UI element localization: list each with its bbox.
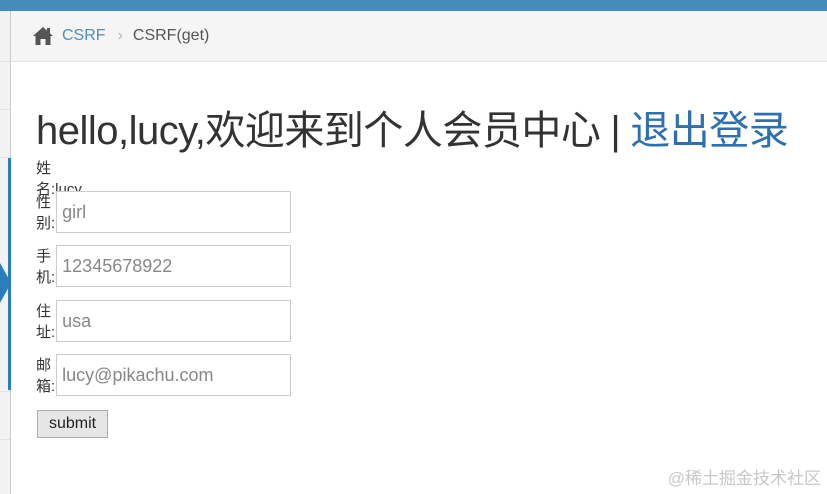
breadcrumb: CSRF › CSRF(get) (11, 11, 827, 62)
sidebar-divider (0, 391, 10, 392)
sidebar-collapsed-edge (0, 11, 11, 494)
sidebar-divider (0, 61, 10, 62)
welcome-text: hello,lucy,欢迎来到个人会员中心 (36, 109, 601, 153)
top-navbar (0, 0, 827, 11)
email-label: 邮箱: (36, 357, 56, 395)
address-row: 住址: (36, 300, 292, 342)
phone-label: 手机: (36, 248, 56, 286)
sidebar-active-arrow-icon (0, 263, 11, 303)
address-label: 住址: (36, 303, 56, 341)
logout-link[interactable]: 退出登录 (630, 109, 789, 153)
email-row: 邮箱: (36, 354, 292, 396)
breadcrumb-link-csrf[interactable]: CSRF (62, 27, 106, 45)
breadcrumb-separator-icon: › (117, 27, 123, 44)
title-separator: | (610, 109, 621, 153)
watermark: @稀土掘金技术社区 (667, 469, 821, 488)
breadcrumb-current: CSRF(get) (132, 27, 210, 44)
phone-row: 手机: (36, 245, 292, 287)
gender-row: 性别: (36, 191, 292, 233)
address-input[interactable] (56, 300, 292, 342)
sidebar-divider (0, 439, 10, 440)
email-input[interactable] (56, 354, 292, 396)
home-icon[interactable] (32, 26, 54, 46)
page-title: hello,lucy,欢迎来到个人会员中心 | 退出登录 (36, 98, 789, 156)
submit-button[interactable]: submit (37, 410, 108, 438)
gender-label: 性别: (36, 194, 56, 232)
sidebar-divider (0, 109, 10, 110)
gender-input[interactable] (56, 191, 292, 233)
phone-input[interactable] (56, 245, 292, 287)
